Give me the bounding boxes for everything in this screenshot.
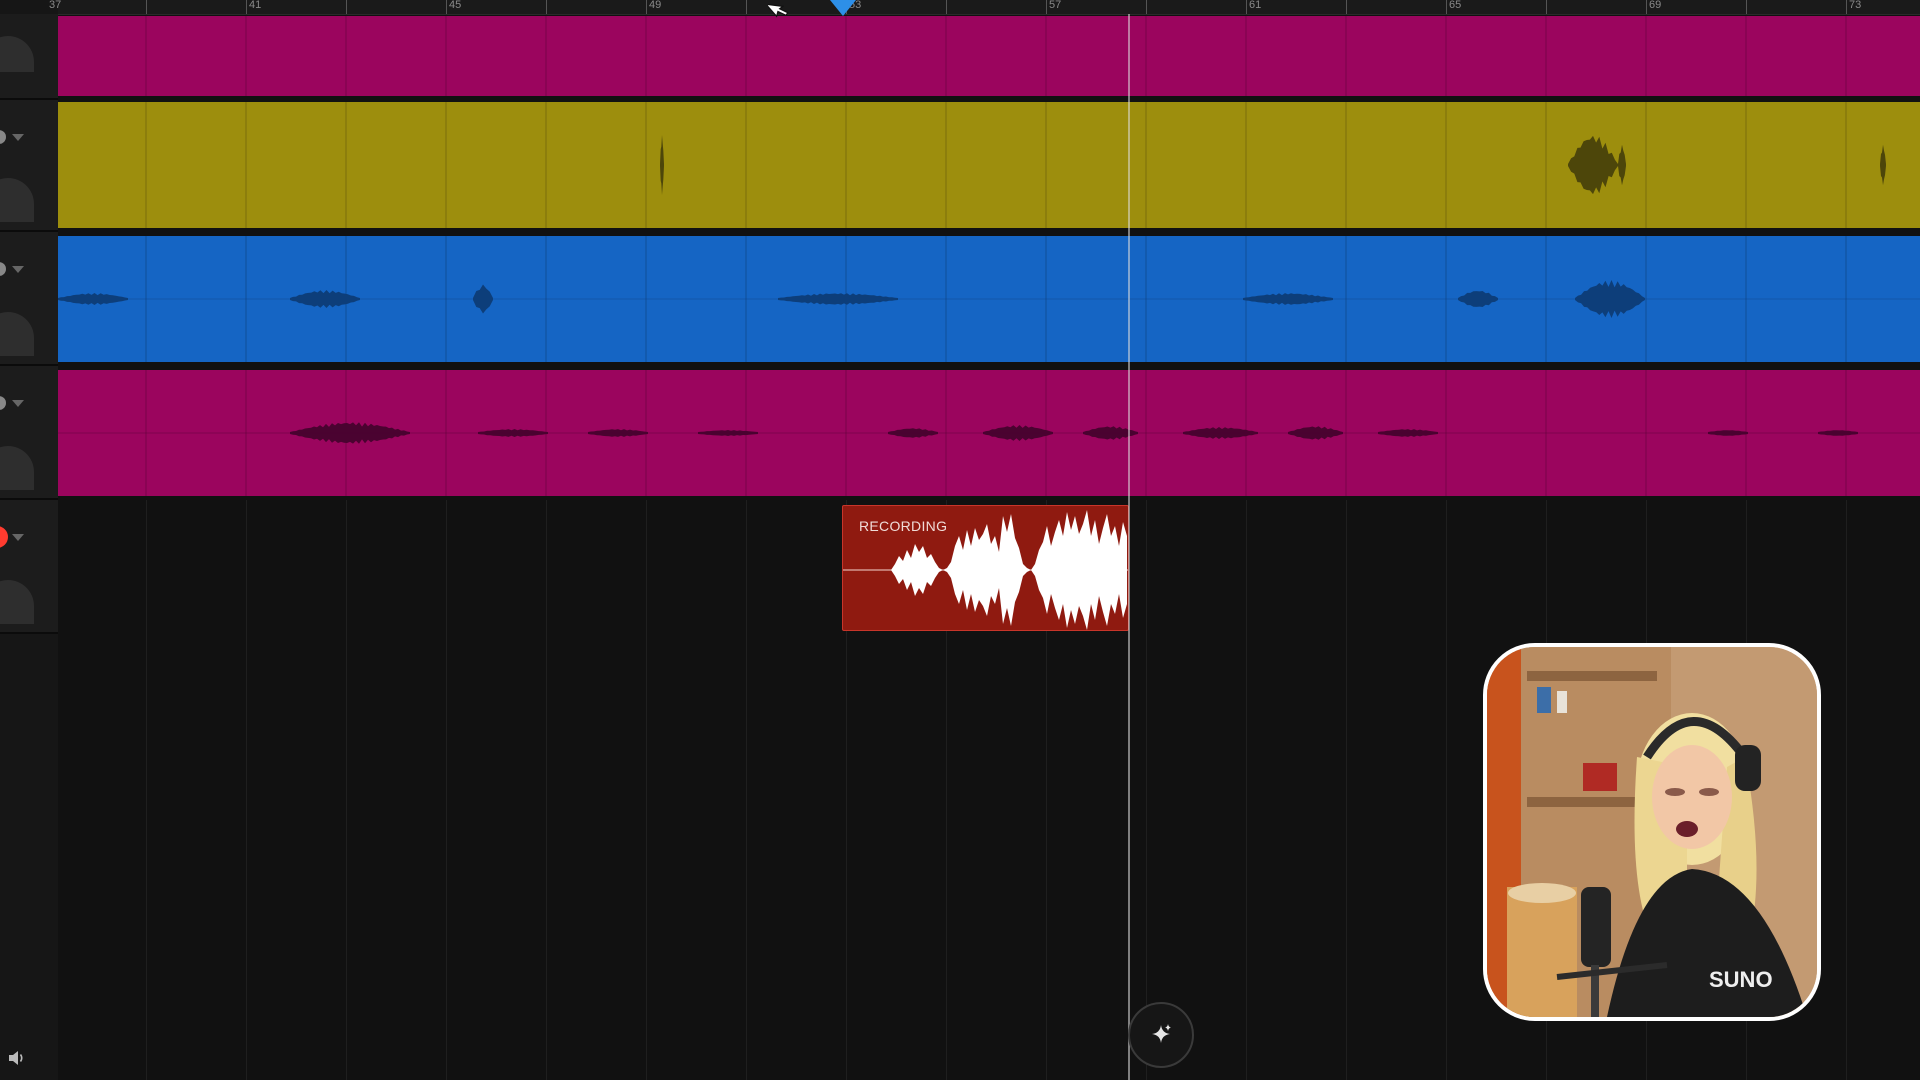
- ruler-tick: [1346, 0, 1347, 14]
- shirt-text: SUNO: [1709, 967, 1773, 992]
- track-lane-2[interactable]: [58, 102, 1920, 228]
- pan-knob[interactable]: [0, 446, 34, 490]
- track-header-3[interactable]: [0, 232, 58, 366]
- webcam-video-frame: SUNO: [1487, 647, 1817, 1017]
- track-header-2[interactable]: [0, 100, 58, 232]
- sparkle-icon: [1152, 1024, 1171, 1043]
- track-toggle-dot[interactable]: [0, 396, 6, 410]
- webcam-overlay: SUNO: [1483, 643, 1821, 1021]
- grid-line: [446, 500, 447, 1080]
- grid-line: [1146, 500, 1147, 1080]
- grid-line: [646, 500, 647, 1080]
- track-waveform: [145, 16, 1847, 96]
- ruler-tick: [746, 0, 747, 14]
- ruler-label: 65: [1449, 0, 1462, 11]
- ruler-tick: [146, 0, 147, 14]
- grid-line: [1446, 500, 1447, 1080]
- grid-line: [1846, 500, 1847, 1080]
- track-waveform: [145, 102, 1886, 228]
- chevron-down-icon[interactable]: [12, 400, 24, 407]
- ruler-tick: [346, 0, 347, 14]
- recording-clip[interactable]: RECORDING: [842, 505, 1129, 631]
- track-lane-1[interactable]: [58, 16, 1920, 96]
- volume-icon[interactable]: [8, 1050, 26, 1066]
- grid-line: [146, 500, 147, 1080]
- ruler-label: 61: [1249, 0, 1262, 11]
- grid-line: [1246, 500, 1247, 1080]
- track-lane-4[interactable]: [58, 370, 1920, 496]
- record-arm-button[interactable]: [0, 526, 8, 548]
- grid-line: [546, 500, 547, 1080]
- ruler-tick: [1146, 0, 1147, 14]
- timeline-ruler[interactable]: 37 41 45 49 53 57 61 65 69 73: [49, 0, 1920, 15]
- ruler-label: 41: [249, 0, 262, 11]
- ruler-label: 69: [1649, 0, 1662, 11]
- pan-knob[interactable]: [0, 312, 34, 356]
- mouse-pointer-icon: [768, 3, 789, 18]
- grid-line: [1346, 500, 1347, 1080]
- recording-label: RECORDING: [859, 518, 948, 534]
- waveform-segment: [1880, 144, 1886, 186]
- ruler-label: 73: [1849, 0, 1862, 11]
- ruler-tick: [946, 0, 947, 14]
- track-header-1[interactable]: [0, 14, 58, 100]
- playhead-marker[interactable]: [830, 0, 856, 16]
- track-header-4[interactable]: [0, 366, 58, 500]
- track-toggle-dot[interactable]: [0, 130, 6, 144]
- ruler-label: 45: [449, 0, 462, 11]
- chevron-down-icon[interactable]: [12, 134, 24, 141]
- track-lane-3[interactable]: [58, 236, 1920, 362]
- track-waveform: [58, 236, 1920, 362]
- ai-assist-button[interactable]: [1128, 1002, 1194, 1068]
- pan-knob[interactable]: [0, 36, 34, 72]
- ruler-label: 57: [1049, 0, 1062, 11]
- track-waveform: [58, 370, 1920, 496]
- waveform-segment: [1568, 135, 1618, 195]
- ruler-tick: [1546, 0, 1547, 14]
- ruler-label: 37: [49, 0, 62, 11]
- chevron-down-icon[interactable]: [12, 266, 24, 273]
- ruler-label: 49: [649, 0, 662, 11]
- grid-line: [746, 500, 747, 1080]
- grid-line: [246, 500, 247, 1080]
- playback-position-line: [1128, 14, 1130, 1080]
- track-toggle-dot[interactable]: [0, 262, 6, 276]
- waveform-segment: [1618, 144, 1626, 186]
- pan-knob[interactable]: [0, 580, 34, 624]
- grid-line: [346, 500, 347, 1080]
- ruler-tick: [546, 0, 547, 14]
- track-header-5[interactable]: [0, 500, 58, 634]
- waveform-segment: [660, 135, 664, 195]
- pan-knob[interactable]: [0, 178, 34, 222]
- chevron-down-icon[interactable]: [12, 534, 24, 541]
- ruler-tick: [1746, 0, 1747, 14]
